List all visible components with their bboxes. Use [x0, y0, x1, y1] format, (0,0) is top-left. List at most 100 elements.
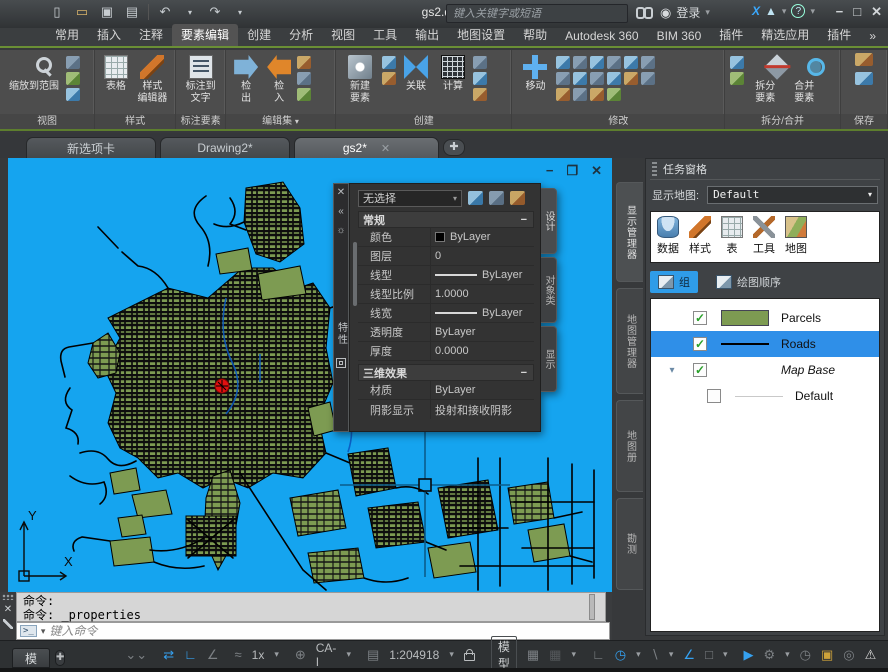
- signin-caret-icon[interactable]: ▾: [705, 7, 710, 18]
- tab-display-manager[interactable]: 显示管理器: [616, 182, 643, 282]
- modify-mini-icon[interactable]: [590, 88, 604, 101]
- move-button[interactable]: 移动: [517, 53, 553, 93]
- tab-output[interactable]: 输出: [406, 24, 448, 46]
- tab-featured-apps[interactable]: 精选应用: [752, 24, 818, 46]
- search-icon[interactable]: [636, 6, 654, 21]
- isolate-objects-icon[interactable]: ◷: [800, 645, 811, 665]
- map-scale-caret-icon[interactable]: ▾: [449, 649, 454, 660]
- tab-view[interactable]: 视图: [322, 24, 364, 46]
- prop-row-material[interactable]: 材质 ByLayer: [358, 381, 534, 400]
- tab-annotate[interactable]: 注释: [130, 24, 172, 46]
- prop-row-linetype[interactable]: 线型 ByLayer: [358, 266, 534, 285]
- modify-mini-icon[interactable]: [641, 72, 655, 85]
- toggle-pickadd-icon[interactable]: [468, 191, 483, 205]
- parcels-checkbox[interactable]: ✓: [693, 311, 707, 325]
- tab-analyze[interactable]: 分析: [280, 24, 322, 46]
- workspace-gear-icon[interactable]: ⚙: [763, 645, 775, 665]
- prop-row-layer[interactable]: 图层 0: [358, 247, 534, 266]
- a360-caret-icon[interactable]: ▾: [782, 6, 787, 17]
- exchange-icon[interactable]: X: [752, 4, 760, 18]
- plot-icon[interactable]: ▤: [123, 3, 141, 21]
- polar-caret-icon[interactable]: ▾: [636, 649, 641, 660]
- roads-checkbox[interactable]: ✓: [693, 337, 707, 351]
- palette-tab-object-class[interactable]: 对象类: [541, 257, 557, 323]
- checkout-button[interactable]: 检 出: [231, 53, 261, 105]
- ortho-mode-icon[interactable]: ∟: [184, 645, 197, 665]
- prop-row-shadow[interactable]: 阴影显示 投射和接收阴影: [358, 400, 534, 419]
- annotation-scale-value[interactable]: 1x: [252, 648, 265, 662]
- editset-mini-icon[interactable]: [297, 72, 311, 85]
- annotate-to-text-button[interactable]: 标注到 文字: [181, 53, 220, 105]
- file-tab-drawing2[interactable]: Drawing2*: [160, 137, 290, 158]
- workspace-caret-icon[interactable]: ▾: [785, 649, 790, 660]
- modify-mini-icon[interactable]: [573, 56, 587, 69]
- palette-tab-design[interactable]: 设计: [541, 188, 557, 254]
- model-space-button[interactable]: 模型: [491, 636, 517, 672]
- style-editor-button[interactable]: 样式 编辑器: [135, 53, 170, 105]
- annotation-scale-caret-icon[interactable]: ▾: [274, 649, 279, 660]
- coordinate-system-icon[interactable]: ⊕: [295, 645, 306, 665]
- isoplane-caret-icon[interactable]: ▾: [669, 649, 674, 660]
- split-mini-icon[interactable]: [730, 56, 744, 69]
- dynamic-input-icon[interactable]: ⇄: [163, 645, 174, 665]
- section-3d-effects[interactable]: 三维效果 −: [358, 364, 534, 381]
- help-search-input[interactable]: [446, 4, 628, 23]
- panel-split-label[interactable]: 拆分/合并: [725, 114, 840, 129]
- save-mini-icon[interactable]: [855, 53, 873, 66]
- panel-style-label[interactable]: 样式: [95, 114, 175, 129]
- layer-row-default[interactable]: Default: [651, 383, 879, 409]
- split-mini-icon[interactable]: [730, 72, 744, 85]
- viewport-minimize-icon[interactable]: −: [546, 163, 554, 179]
- command-prompt-icon[interactable]: >_: [20, 625, 37, 637]
- undo-icon[interactable]: ↶: [156, 3, 174, 21]
- tab-bim360[interactable]: BIM 360: [648, 27, 711, 46]
- display-map-dropdown[interactable]: Default ▾: [707, 186, 878, 204]
- create-mini-icon[interactable]: [473, 88, 487, 101]
- prop-row-color[interactable]: 颜色 ByLayer: [358, 228, 534, 247]
- tab-home[interactable]: 常用: [46, 24, 88, 46]
- layout-chevrons-icon[interactable]: ⌄⌄: [125, 645, 147, 665]
- drag-grip-icon[interactable]: [652, 162, 657, 176]
- viewport-restore-icon[interactable]: ❐: [566, 163, 578, 179]
- palette-close-icon[interactable]: ✕: [337, 187, 345, 198]
- modify-mini-icon[interactable]: [590, 56, 604, 69]
- merge-feature-button[interactable]: 合并 要素: [786, 53, 822, 105]
- tab-feature-edit[interactable]: 要素编辑: [172, 24, 238, 46]
- modify-mini-icon[interactable]: [607, 72, 621, 85]
- object-snap-icon[interactable]: ∠: [683, 645, 695, 665]
- new-drawing-tab-icon[interactable]: ✚: [443, 139, 465, 156]
- tab-create[interactable]: 创建: [238, 24, 280, 46]
- view-mini-icon[interactable]: [66, 88, 80, 101]
- annotation-monitor-icon[interactable]: ▶: [743, 645, 753, 665]
- help-icon[interactable]: ?: [791, 4, 805, 18]
- palette-tab-display[interactable]: 显示: [541, 326, 557, 392]
- file-tab-close-icon[interactable]: ✕: [381, 142, 390, 155]
- table-button[interactable]: 表格: [100, 53, 132, 93]
- prop-row-thickness[interactable]: 厚度 0.0000: [358, 342, 534, 361]
- help-caret-icon[interactable]: ▾: [810, 6, 815, 17]
- select-objects-icon[interactable]: [489, 191, 504, 205]
- minimize-icon[interactable]: −: [836, 4, 844, 20]
- modify-mini-icon[interactable]: [624, 56, 638, 69]
- layer-row-roads[interactable]: ✓ Roads: [651, 331, 879, 357]
- calculate-button[interactable]: 计算: [436, 53, 470, 93]
- warning-icon[interactable]: ⚠: [865, 645, 877, 665]
- tools-button[interactable]: 工具: [753, 216, 775, 256]
- tab-plugins[interactable]: 插件: [710, 24, 752, 46]
- editset-mini-icon[interactable]: [297, 56, 311, 69]
- maximize-icon[interactable]: □: [853, 4, 861, 20]
- palette-scrollbar[interactable]: [353, 242, 357, 306]
- new-file-icon[interactable]: ▯: [48, 3, 66, 21]
- create-mini-icon[interactable]: [473, 56, 487, 69]
- autodesk-360-icon[interactable]: ▲: [765, 4, 777, 18]
- layer-name[interactable]: Default: [795, 389, 833, 403]
- snap-mode-icon[interactable]: ▦: [549, 645, 561, 665]
- prop-row-transparency[interactable]: 透明度 ByLayer: [358, 323, 534, 342]
- style-button[interactable]: 样式: [689, 216, 711, 256]
- tab-map-book[interactable]: 地图册: [616, 400, 643, 492]
- selection-dropdown[interactable]: 无选择 ▾: [358, 190, 462, 207]
- modify-mini-icon[interactable]: [607, 56, 621, 69]
- checkin-button[interactable]: 检 入: [264, 53, 294, 105]
- ribbon-overflow-icon[interactable]: »: [860, 27, 885, 46]
- create-mini-icon[interactable]: [382, 56, 396, 69]
